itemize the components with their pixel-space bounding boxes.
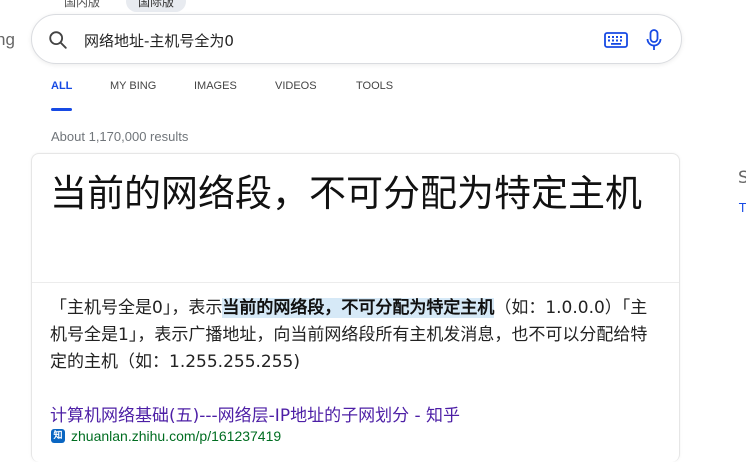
result-nav: ALL MY BING IMAGES VIDEOS TOOLS (51, 80, 416, 111)
tab-my-bing-label: MY BING (110, 80, 157, 92)
tab-my-bing[interactable]: MY BING (110, 80, 194, 106)
result-count: About 1,170,000 results (51, 129, 189, 144)
tab-images-label: IMAGES (194, 80, 237, 92)
search-icon[interactable] (47, 29, 69, 51)
right-panel-fragment: S (738, 168, 746, 188)
tab-domestic[interactable]: 国内版 (52, 0, 112, 12)
tab-tools[interactable]: TOOLS (356, 80, 416, 106)
tab-international[interactable]: 国际版 (126, 0, 187, 12)
tab-images[interactable]: IMAGES (194, 80, 275, 106)
divider (32, 282, 679, 283)
tab-all[interactable]: ALL (51, 80, 110, 111)
tab-videos-label: VIDEOS (275, 80, 317, 92)
microphone-icon[interactable] (644, 28, 664, 52)
answer-card: 当前的网络段，不可分配为特定主机 「主机号全是0」，表示当前的网络段，不可分配为… (31, 153, 680, 462)
search-input[interactable]: 网络地址-主机号全为0 (84, 30, 234, 51)
right-panel-link-fragment[interactable]: T (739, 201, 746, 215)
answer-snippet: 「主机号全是0」，表示当前的网络段，不可分配为特定主机（如：1.0.0.0）「主… (50, 295, 662, 376)
tab-tools-label: TOOLS (356, 80, 394, 92)
source-link-title[interactable]: 计算机网络基础(五)---网络层-IP地址的子网划分 - 知乎 (50, 401, 460, 426)
keyboard-icon[interactable] (604, 30, 628, 50)
region-tabs: 国内版 国际版 (52, 0, 187, 12)
source-url-row: 知 zhuanlan.zhihu.com/p/161237419 (51, 428, 281, 444)
search-box[interactable]: 网络地址-主机号全为0 (31, 14, 682, 64)
bing-logo-fragment[interactable]: ng (0, 30, 15, 50)
tab-videos[interactable]: VIDEOS (275, 80, 356, 106)
active-tab-underline (51, 108, 72, 111)
tab-all-label: ALL (51, 80, 73, 92)
source-url[interactable]: zhuanlan.zhihu.com/p/161237419 (71, 428, 281, 444)
answer-title: 当前的网络段，不可分配为特定主机 (50, 172, 642, 215)
zhihu-icon: 知 (51, 429, 65, 443)
snippet-highlight: 当前的网络段，不可分配为特定主机 (222, 298, 495, 318)
snippet-text-before: 「主机号全是0」，表示 (50, 298, 223, 318)
